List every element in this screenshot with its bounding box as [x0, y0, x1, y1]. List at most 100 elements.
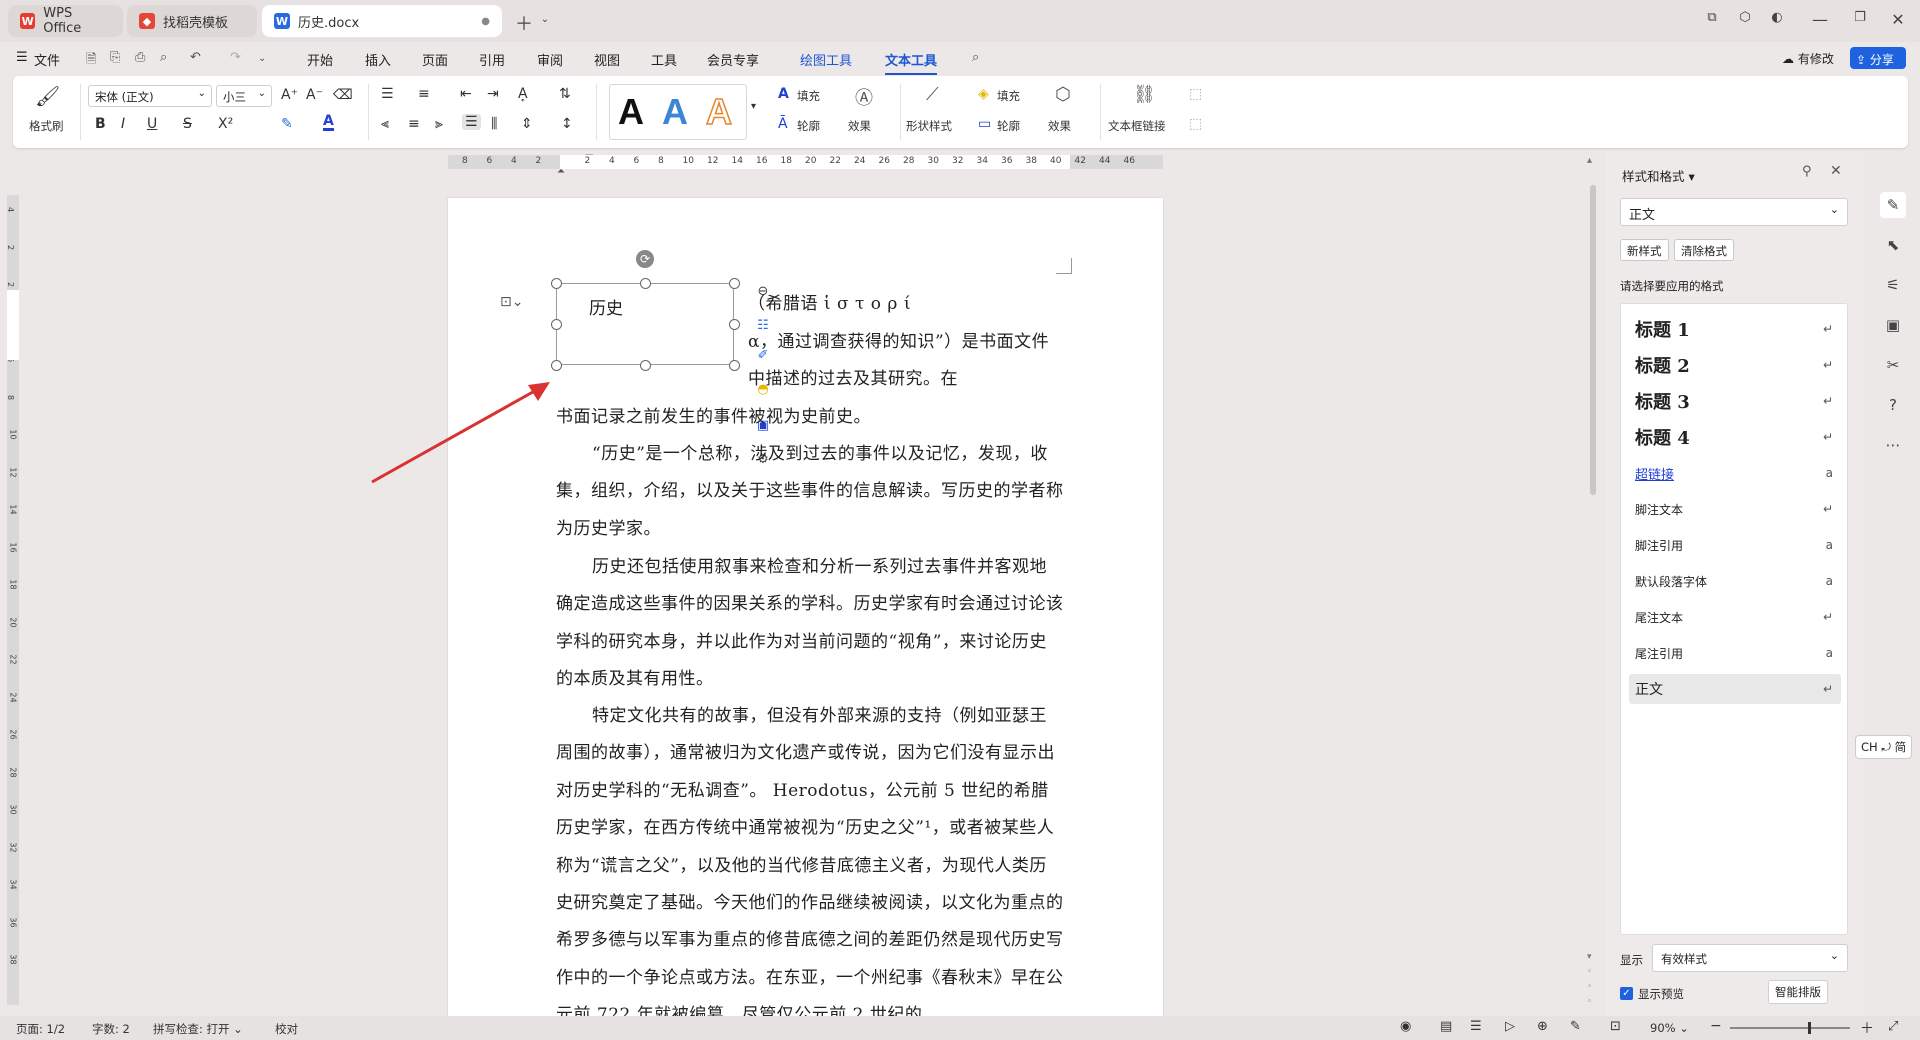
shape-fill-icon[interactable]: ◈ [978, 86, 989, 102]
menu-home[interactable]: 开始 [307, 50, 333, 69]
resize-handle[interactable] [640, 278, 651, 289]
clear-format-icon[interactable]: ⌫ [333, 87, 353, 103]
resize-handle[interactable] [729, 360, 740, 371]
menu-review[interactable]: 审阅 [537, 50, 563, 69]
highlight-icon[interactable]: ✎ [281, 116, 293, 132]
shape-style-label[interactable]: 形状样式 [906, 118, 952, 134]
styles-pen-icon[interactable]: ✎ [1880, 192, 1906, 218]
style-item[interactable]: 标题 4 ↵ [1629, 422, 1841, 452]
zoom-slider[interactable] [1730, 1027, 1850, 1029]
print-icon[interactable]: ⎙ [135, 50, 145, 65]
style-item[interactable]: 超链接 a [1629, 458, 1841, 488]
font-size-select[interactable]: 小三 ⌄ [216, 85, 272, 107]
modified-indicator[interactable]: ☁ 有修改 [1782, 50, 1834, 67]
restore-icon[interactable]: ❐ [1848, 10, 1872, 25]
document-scrollbar[interactable] [1590, 185, 1596, 495]
text-style-blue[interactable]: A [662, 91, 688, 133]
resize-handle[interactable] [551, 278, 562, 289]
text-style-black[interactable]: A [618, 91, 644, 133]
menu-tools[interactable]: 工具 [651, 50, 677, 69]
undo-icon[interactable]: ↶ [190, 50, 201, 65]
shape-effect-label[interactable]: 效果 [1048, 118, 1071, 134]
tab-template[interactable]: ◆ 找稻壳模板 [127, 5, 257, 37]
increase-indent-icon[interactable]: ⇥ [487, 86, 499, 102]
fit-page-icon[interactable]: ⊡ [1610, 1019, 1621, 1034]
redo-icon[interactable]: ↷ [230, 50, 241, 65]
more-icon[interactable]: ⋯ [1880, 432, 1906, 458]
share-button[interactable]: ⇪ 分享 [1850, 47, 1906, 69]
underline-icon[interactable]: U [147, 116, 157, 132]
format-painter-icon[interactable]: 🖌 [35, 84, 60, 108]
zoom-level[interactable]: 90% ⌄ [1650, 1021, 1689, 1035]
align-left-icon[interactable]: ⫷ [381, 116, 389, 132]
tab-wps-office[interactable]: W WPS Office [8, 5, 123, 37]
paragraph-spacing-icon[interactable]: ⇕ [521, 116, 533, 132]
menu-page[interactable]: 页面 [422, 50, 448, 69]
shape-fill-label[interactable]: 填充 [997, 88, 1020, 104]
panel-close-icon[interactable]: ✕ [1830, 163, 1842, 179]
close-icon[interactable]: ✕ [1886, 10, 1910, 29]
menu-references[interactable]: 引用 [479, 50, 505, 69]
play-icon[interactable]: ▷ [1505, 1019, 1515, 1034]
preview-checkbox[interactable]: ✓ [1620, 987, 1633, 1000]
text-fill-icon[interactable]: A [778, 86, 789, 102]
zoom-slider-thumb[interactable] [1808, 1022, 1811, 1034]
zoom-out-icon[interactable]: − [1710, 1018, 1722, 1034]
image-edit-icon[interactable]: ▣ [1880, 312, 1906, 338]
gallery-more-icon[interactable]: ▾ [751, 101, 756, 112]
style-item[interactable]: 尾注文本 ↵ [1629, 602, 1841, 632]
quick-access-chevron-icon[interactable]: ⌄ [258, 53, 266, 64]
numbered-list-icon[interactable]: ≡ [418, 86, 430, 102]
resize-handle[interactable] [640, 360, 651, 371]
horizontal-ruler[interactable]: 8 6 4 2 2 4 6 8 10 12 14 16 18 20 22 24 26 28 30 32 34 36 38 40… [448, 155, 1163, 169]
save-icon[interactable]: 🗎 [86, 50, 96, 72]
decrease-indent-icon[interactable]: ⇤ [460, 86, 472, 102]
text-fill-label[interactable]: 填充 [797, 88, 820, 104]
menu-file[interactable]: 文件 [34, 50, 60, 69]
resize-handle[interactable] [729, 278, 740, 289]
print-preview-icon[interactable]: ⌕ [160, 50, 167, 65]
font-name-select[interactable]: 宋体 (正文) ⌄ [88, 85, 212, 107]
menu-text-tools[interactable]: 文本工具 [885, 50, 938, 75]
zoom-in-icon[interactable]: ＋ [1860, 1018, 1874, 1038]
menu-member[interactable]: 会员专享 [707, 50, 759, 69]
cube-icon[interactable]: ⬡ [1733, 10, 1757, 25]
textbox-link-icon[interactable]: ⛓ [1133, 84, 1156, 105]
tab-list-chevron-icon[interactable]: ⌄ [533, 14, 557, 25]
smart-layout-button[interactable]: 智能排版 [1768, 980, 1828, 1004]
menu-icon[interactable]: ☰ [16, 50, 28, 65]
tab-document[interactable]: W 历史.docx ● [262, 5, 502, 37]
text-outline-icon[interactable]: Ā [778, 116, 788, 132]
pin-icon[interactable]: ⚲ [1802, 164, 1812, 179]
window-layout-icon[interactable]: ⧉ [1700, 10, 1724, 25]
clear-format-button[interactable]: 清除格式 [1674, 239, 1734, 261]
outline-view-icon[interactable]: ☰ [1470, 1019, 1482, 1034]
style-item[interactable]: 标题 1 ↵ [1629, 314, 1841, 344]
shape-outline-label[interactable]: 轮廓 [997, 118, 1020, 134]
select-cursor-icon[interactable]: ⬉ [1880, 232, 1906, 258]
proofread[interactable]: 校对 [275, 1021, 298, 1037]
rotate-handle-icon[interactable]: ⟳ [636, 250, 654, 268]
style-item[interactable]: 脚注文本 ↵ [1629, 494, 1841, 524]
document-page[interactable]: ⊡⌄ ⟳ 历史 ⊖ ☷ ✐ ◓ ▣ ⚙ （希腊语 ἱ σ τ ο ρ ί α，通… [448, 198, 1163, 1018]
text-style-gallery[interactable]: A A A [609, 84, 747, 140]
avatar[interactable]: ◐ [1765, 10, 1789, 25]
style-item[interactable]: 默认段落字体 a [1629, 566, 1841, 596]
style-item[interactable]: 尾注引用 a [1629, 638, 1841, 668]
layout-options-icon[interactable]: ⊡⌄ [500, 294, 523, 310]
text-outline-label[interactable]: 轮廓 [797, 118, 820, 134]
spell-check[interactable]: 拼写检查: 打开 ⌄ [153, 1021, 243, 1037]
scroll-up-icon[interactable]: ▴ [1587, 155, 1592, 166]
panel-title[interactable]: 样式和格式 ▾ [1622, 166, 1695, 185]
distribute-icon[interactable]: ⫼ [491, 116, 497, 132]
menu-insert[interactable]: 插入 [365, 50, 391, 69]
tools-icon[interactable]: ✂ [1880, 352, 1906, 378]
ime-indicator[interactable]: CH ⤾ 简 [1855, 735, 1913, 759]
bullet-list-icon[interactable]: ☰ [381, 86, 394, 102]
menu-view[interactable]: 视图 [594, 50, 620, 69]
style-item[interactable]: 标题 2 ↵ [1629, 350, 1841, 380]
font-color-icon[interactable]: A [323, 114, 334, 131]
format-painter-label[interactable]: 格式刷 [29, 118, 64, 134]
fullscreen-icon[interactable]: ⤢ [1888, 1019, 1898, 1034]
line-spacing-icon[interactable]: ↕ [561, 116, 573, 132]
